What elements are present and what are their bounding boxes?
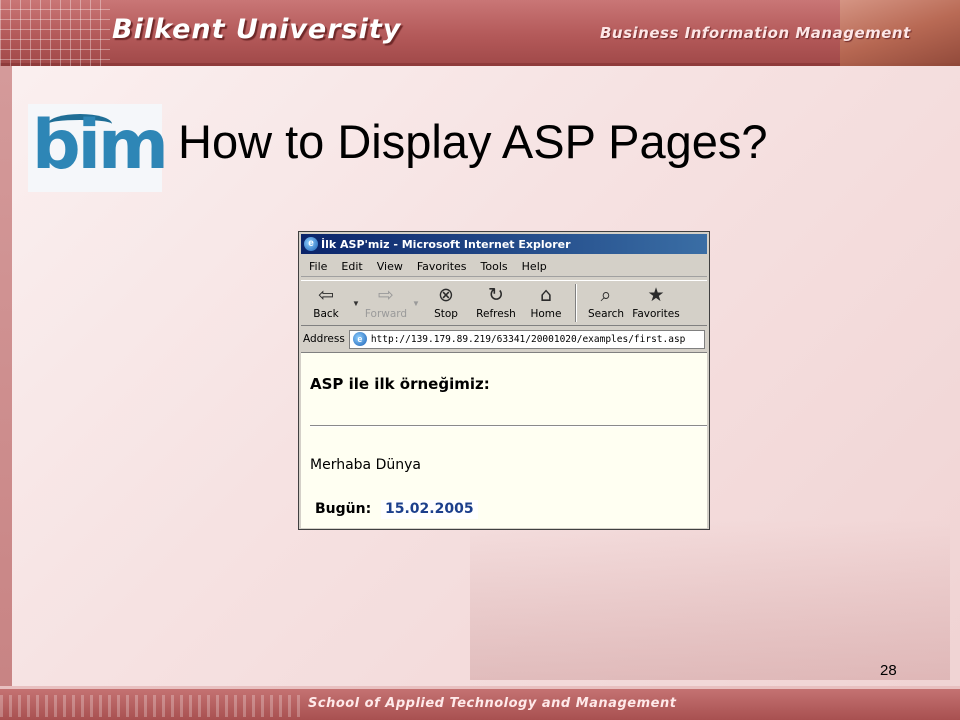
refresh-label: Refresh — [476, 308, 516, 320]
home-label: Home — [530, 308, 562, 320]
back-dropdown-icon[interactable]: ▼ — [351, 299, 361, 308]
page-content: ASP ile ilk örneğimiz: Merhaba Dünya Bug… — [301, 352, 707, 528]
department-name: Business Information Management — [600, 24, 911, 42]
back-arrow-icon: ⇦ — [318, 284, 334, 306]
browser-toolbar: ⇦ Back ▼ ⇨ Forward ▼ ⊗ Stop ↻ Refresh ⌂ … — [301, 280, 707, 326]
left-decoration-bar — [0, 66, 12, 686]
slide-title: How to Display ASP Pages? — [178, 115, 768, 168]
top-banner: Bilkent University Business Information … — [0, 0, 960, 66]
favorites-icon: ★ — [647, 284, 665, 306]
banner-grid-decoration — [0, 0, 110, 66]
forward-dropdown-icon[interactable]: ▼ — [411, 299, 421, 308]
home-button[interactable]: ⌂ Home — [521, 281, 571, 320]
window-title: İlk ASP'miz - Microsoft Internet Explore… — [321, 237, 571, 251]
page-icon: e — [352, 332, 367, 346]
stop-icon: ⊗ — [438, 284, 454, 306]
today-label: Bugün: — [315, 501, 372, 517]
home-icon: ⌂ — [539, 284, 553, 306]
menu-favorites[interactable]: Favorites — [417, 260, 467, 273]
search-icon: ⌕ — [600, 284, 612, 306]
ie-icon: e — [304, 237, 318, 251]
horizontal-rule — [310, 425, 707, 427]
address-bar: Address e http://139.179.89.219/63341/20… — [301, 328, 707, 350]
bottom-stripe-decoration — [0, 695, 300, 717]
bim-logo: bim — [28, 104, 169, 192]
menu-view[interactable]: View — [377, 260, 403, 273]
search-button[interactable]: ⌕ Search — [581, 281, 631, 320]
back-button[interactable]: ⇦ Back — [301, 281, 351, 320]
search-label: Search — [587, 308, 625, 320]
forward-arrow-icon: ⇨ — [378, 284, 394, 306]
menu-bar: File Edit View Favorites Tools Help — [301, 257, 707, 277]
forward-label: Forward — [364, 308, 408, 320]
stop-label: Stop — [434, 308, 458, 320]
browser-window: e İlk ASP'miz - Microsoft Internet Explo… — [298, 231, 710, 530]
today-date: 15.02.2005 — [381, 500, 478, 519]
toolbar-separator — [575, 284, 577, 322]
page-number: 28 — [880, 662, 897, 679]
favorites-button[interactable]: ★ Favorites — [631, 281, 681, 320]
address-label: Address — [303, 333, 345, 345]
back-label: Back — [313, 308, 339, 320]
background-watermark — [470, 520, 950, 680]
address-input[interactable]: e http://139.179.89.219/63341/20001020/e… — [348, 329, 705, 349]
refresh-icon: ↻ — [488, 284, 504, 306]
page-heading: ASP ile ilk örneğimiz: — [310, 375, 490, 393]
university-name: Bilkent University — [112, 14, 402, 45]
menu-tools[interactable]: Tools — [481, 260, 508, 273]
menu-file[interactable]: File — [309, 260, 327, 273]
menu-help[interactable]: Help — [522, 260, 547, 273]
bottom-banner: School of Applied Technology and Managem… — [0, 686, 960, 720]
greeting-text: Merhaba Dünya — [310, 457, 421, 473]
favorites-label: Favorites — [632, 308, 680, 320]
browser-titlebar: e İlk ASP'miz - Microsoft Internet Explo… — [301, 234, 707, 254]
address-url: http://139.179.89.219/63341/20001020/exa… — [370, 333, 686, 345]
menu-edit[interactable]: Edit — [341, 260, 362, 273]
stop-button[interactable]: ⊗ Stop — [421, 281, 471, 320]
logo-text: bim — [32, 106, 169, 185]
forward-button[interactable]: ⇨ Forward — [361, 281, 411, 320]
school-name: School of Applied Technology and Managem… — [308, 696, 677, 711]
refresh-button[interactable]: ↻ Refresh — [471, 281, 521, 320]
